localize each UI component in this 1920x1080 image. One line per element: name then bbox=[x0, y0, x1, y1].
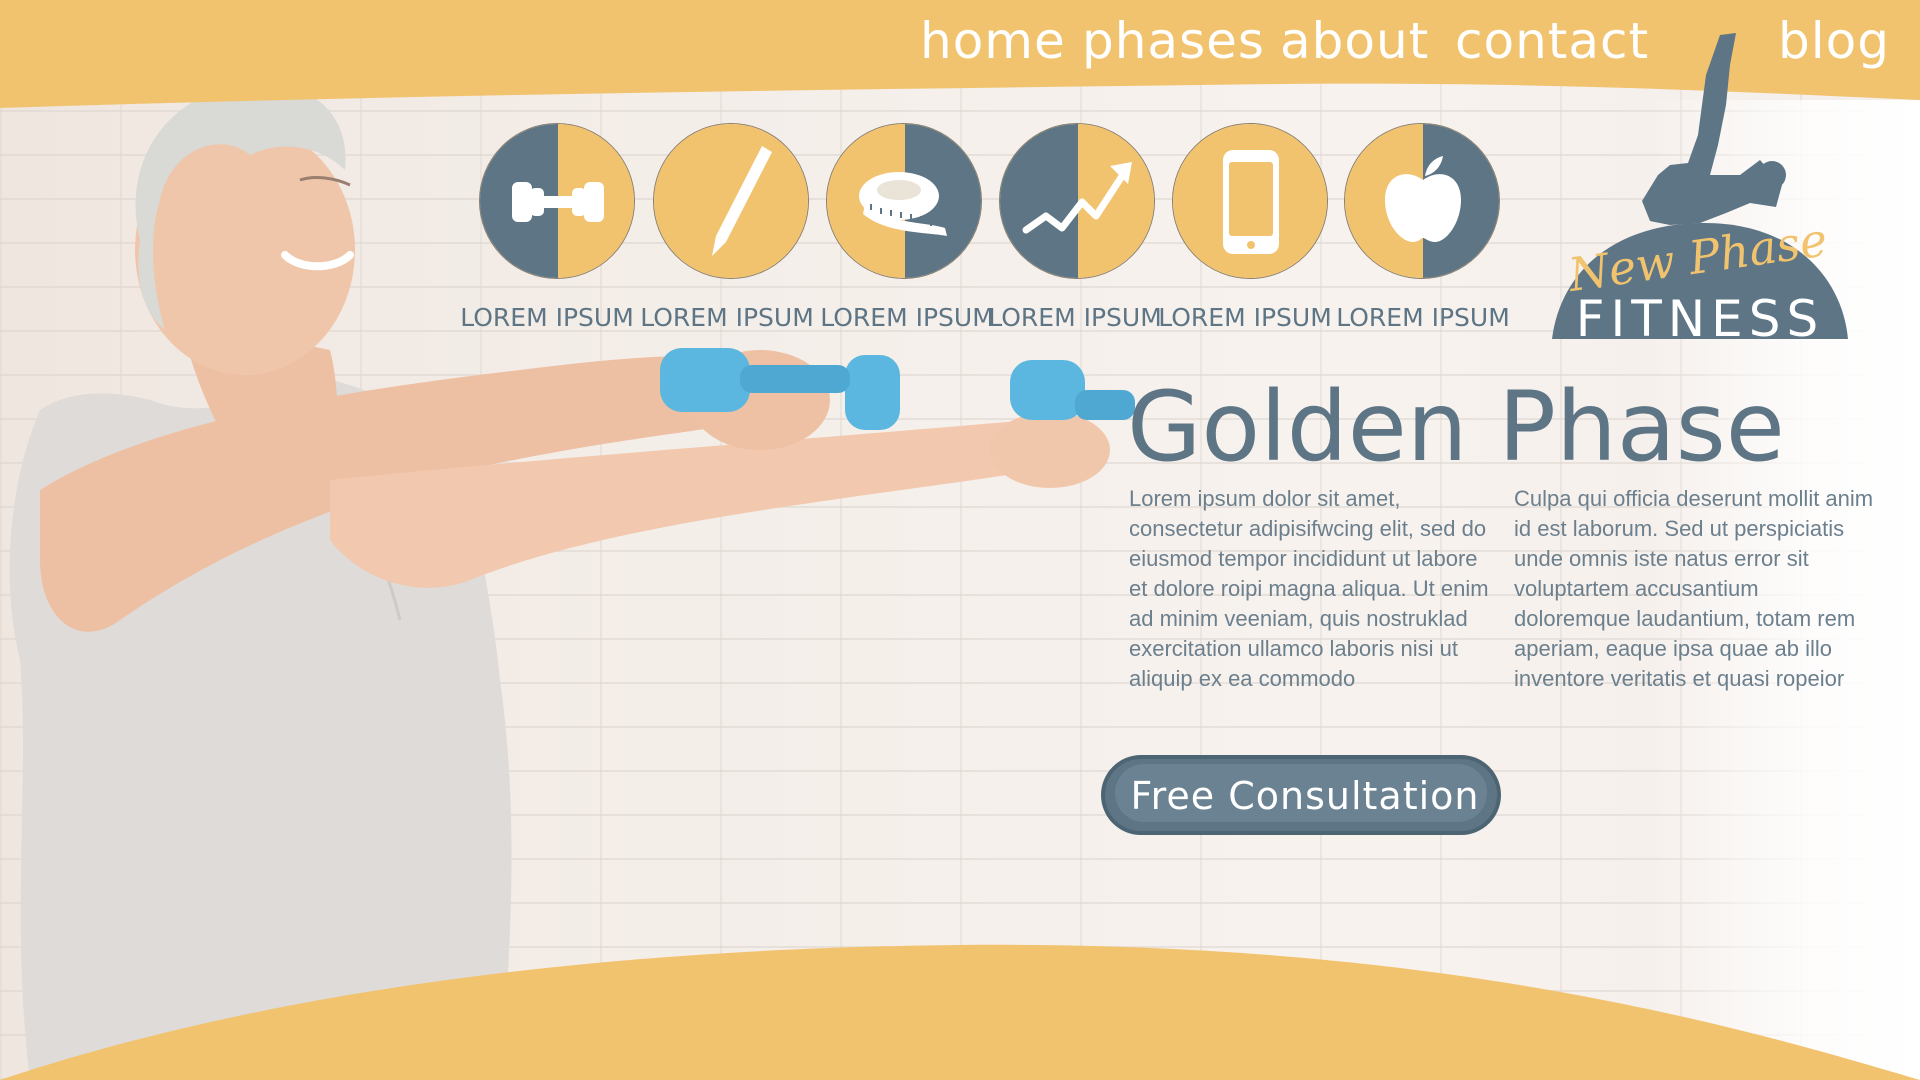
feature-circle-workout[interactable] bbox=[479, 123, 635, 279]
dumbbell-icon bbox=[480, 124, 634, 278]
footer-wave bbox=[0, 944, 1920, 1080]
pencil-icon bbox=[654, 124, 808, 278]
feature-circle-progress[interactable] bbox=[999, 123, 1155, 279]
nav-about[interactable]: about bbox=[1280, 6, 1429, 76]
landing-page: home phases about contact blog LOREM IPS… bbox=[0, 0, 1920, 1080]
new-phase-fitness-logo[interactable]: New Phase FITNESS bbox=[1550, 25, 1850, 345]
trend-chart-icon bbox=[1000, 124, 1154, 278]
logo-wordmark: FITNESS bbox=[1576, 290, 1825, 345]
smartphone-icon bbox=[1173, 124, 1327, 278]
apple-icon bbox=[1345, 124, 1499, 278]
feature-label-6: LOREM IPSUM bbox=[1336, 303, 1510, 332]
feature-label-1: LOREM IPSUM bbox=[460, 303, 634, 332]
cta-label: Free Consultation bbox=[1130, 774, 1480, 818]
free-consultation-button[interactable]: Free Consultation bbox=[1101, 755, 1501, 835]
feature-label-2: LOREM IPSUM bbox=[640, 303, 814, 332]
nav-home[interactable]: home bbox=[920, 6, 1066, 76]
feature-circle-app[interactable] bbox=[1172, 123, 1328, 279]
feature-label-5: LOREM IPSUM bbox=[1158, 303, 1332, 332]
intro-column-right: Culpa qui officia deserunt mollit anim i… bbox=[1514, 486, 1874, 691]
intro-column-left: Lorem ipsum dolor sit amet, consectetur … bbox=[1129, 486, 1489, 691]
feature-circle-nutrition[interactable] bbox=[1344, 123, 1500, 279]
measuring-tape-icon bbox=[827, 124, 981, 278]
feature-circle-measure[interactable] bbox=[826, 123, 982, 279]
nav-phases[interactable]: phases bbox=[1082, 6, 1265, 76]
feature-circle-planning[interactable] bbox=[653, 123, 809, 279]
page-title: Golden Phase bbox=[1127, 371, 1785, 483]
